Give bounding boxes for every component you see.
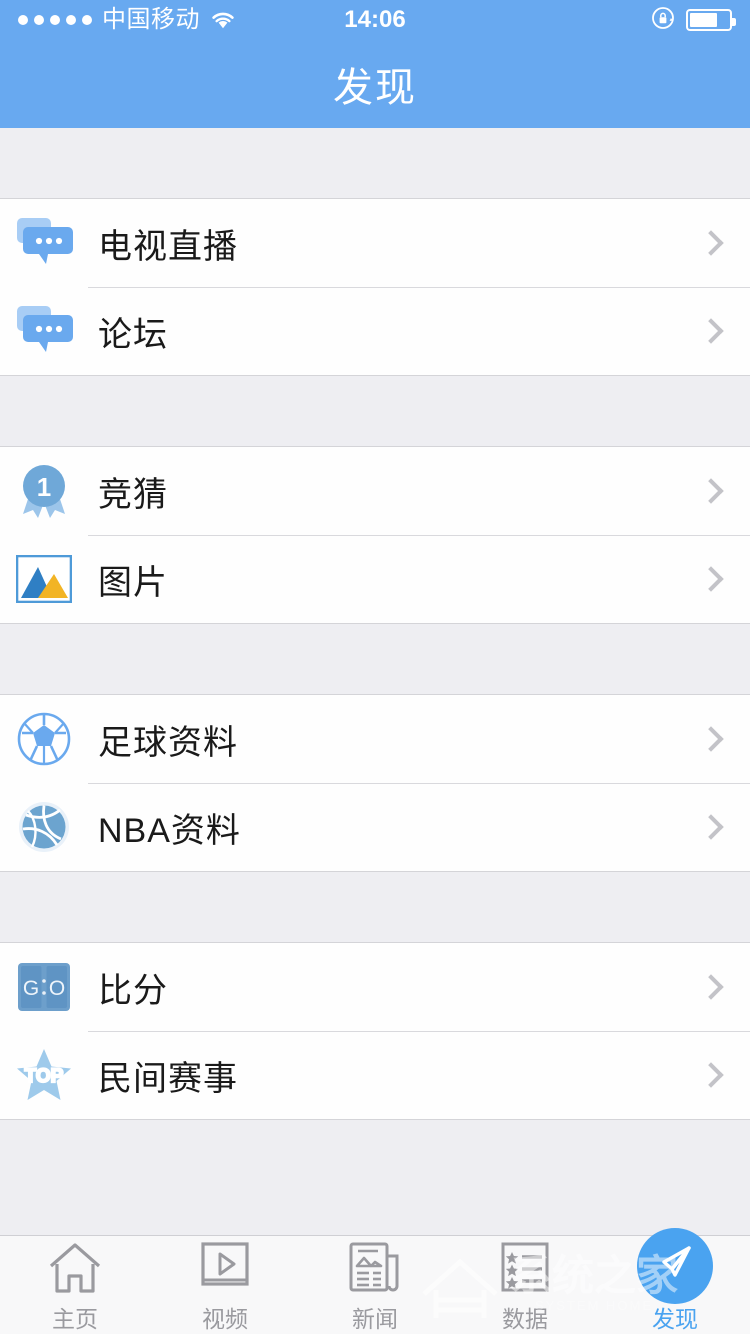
tab-label: 视频 [202,1306,248,1332]
tab-label: 数据 [502,1306,548,1332]
tab-news[interactable]: 新闻 [300,1236,450,1334]
list-group-2: 1 竞猜 图片 [0,446,750,624]
list-item-football-data[interactable]: 足球资料 [0,695,750,783]
list-item-forum[interactable]: 论坛 [0,287,750,375]
tab-label: 发现 [652,1306,698,1332]
chat-bubbles-icon [14,213,74,273]
page-title: 发现 [333,66,417,110]
basketball-icon [14,797,74,857]
list-item-pictures[interactable]: 图片 [0,535,750,623]
list-item-label: 比分 [98,971,168,1010]
discover-list[interactable]: 电视直播 论坛 1 竞猜 图片 足球资料 NBA资料 G O 比分 TOP 民间… [0,128,750,1235]
video-play-icon [199,1236,251,1294]
wifi-icon [210,10,236,30]
list-item-amateur-events[interactable]: TOP 民间赛事 [0,1031,750,1119]
tab-discover[interactable]: 发现 [600,1228,750,1334]
status-bar-right [375,5,736,36]
tab-video[interactable]: 视频 [150,1236,300,1334]
scoreboard-icon: G O [14,957,74,1017]
list-item-nba-data[interactable]: NBA资料 [0,783,750,871]
compass-discover-icon [634,1228,716,1304]
list-group-spacer [0,376,750,446]
tab-home[interactable]: 主页 [0,1236,150,1334]
list-item-label: 竞猜 [98,475,168,514]
chevron-right-icon [698,478,724,504]
chevron-right-icon [698,230,724,256]
list-item-label: 电视直播 [98,227,238,266]
chevron-right-icon [698,1062,724,1088]
newspaper-icon [347,1236,403,1294]
top-star-label: TOP [25,1066,64,1087]
bottom-tab-bar: 主页 视频 新闻 数据 发现 [0,1228,750,1334]
status-bar-left: 中国移动 [18,8,375,32]
svg-text:O: O [49,977,65,1000]
photo-mountain-icon [14,549,74,609]
list-top-spacer [0,128,750,198]
list-group-4: G O 比分 TOP 民间赛事 [0,942,750,1120]
chevron-right-icon [698,566,724,592]
signal-strength-icon [18,15,92,25]
list-group-spacer [0,624,750,694]
chevron-right-icon [698,814,724,840]
list-item-scores[interactable]: G O 比分 [0,943,750,1031]
soccer-ball-icon [14,709,74,769]
list-item-label: 足球资料 [98,723,238,762]
list-bottom-spacer [0,1120,750,1235]
tab-data[interactable]: 数据 [450,1236,600,1334]
home-icon [47,1236,103,1294]
status-bar: 中国移动 14:06 [0,0,750,40]
phone-screen: 中国移动 14:06 发现 电视直播 论坛 1 竞猜 图片 足球资料 NBA资料… [0,0,750,1334]
list-group-1: 电视直播 论坛 [0,198,750,376]
list-item-label: 论坛 [98,315,168,354]
tab-label: 主页 [52,1306,98,1332]
list-item-label: NBA资料 [98,811,241,850]
list-item-guess[interactable]: 1 竞猜 [0,447,750,535]
list-item-label: 图片 [98,563,168,602]
medal-rank-one-icon: 1 [14,461,74,521]
carrier-name: 中国移动 [102,6,200,33]
list-group-spacer [0,872,750,942]
chat-bubbles-icon [14,301,74,361]
list-star-icon [499,1236,551,1294]
top-star-icon: TOP [14,1045,74,1105]
list-item-label: 民间赛事 [98,1059,238,1098]
svg-text:G: G [23,977,39,1000]
chevron-right-icon [698,974,724,1000]
battery-icon [686,9,736,31]
navigation-bar: 发现 [0,40,750,128]
list-group-3: 足球资料 NBA资料 [0,694,750,872]
chevron-right-icon [698,726,724,752]
list-item-tv-live[interactable]: 电视直播 [0,199,750,287]
tab-label: 新闻 [352,1306,398,1332]
medal-rank-number: 1 [37,472,51,502]
chevron-right-icon [698,318,724,344]
rotation-lock-icon [650,5,676,36]
